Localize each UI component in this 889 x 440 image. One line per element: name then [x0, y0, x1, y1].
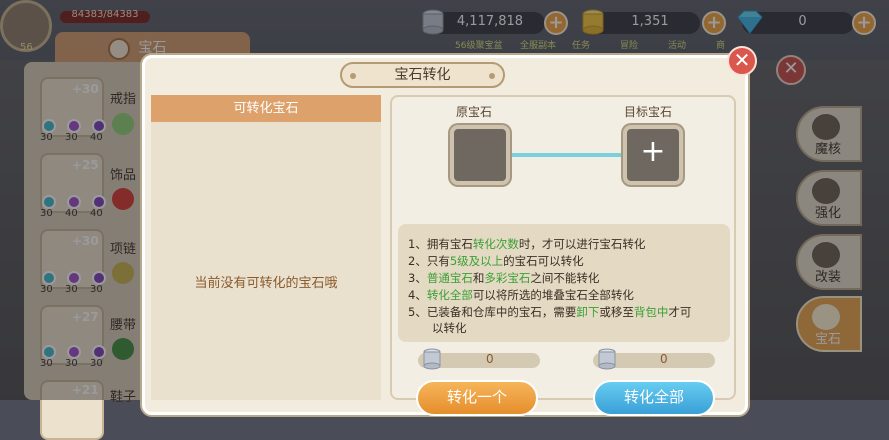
gem-list-panel	[151, 95, 381, 400]
close-dialog-button[interactable]: ✕	[727, 46, 757, 76]
rule-text: 时，才可以进行宝石转化	[518, 237, 646, 251]
rule-text: 之间不能转化	[530, 271, 600, 285]
rule-3: 3、普通宝石和多彩宝石之间不能转化	[408, 270, 599, 286]
source-gem-label: 原宝石	[456, 105, 493, 119]
rule-text: 3、	[408, 271, 427, 285]
target-gem-label: 目标宝石	[624, 105, 673, 119]
rule-4: 4、转化全部可以将所选的堆叠宝石全部转化	[408, 287, 634, 303]
rule-highlight: 转化全部	[426, 288, 473, 302]
rule-5: 5、已装备和仓库中的宝石，需要卸下或移至背包中才可	[408, 304, 691, 320]
rule-highlight: 背包中	[633, 305, 669, 319]
dialog-title: 宝石转化	[340, 62, 505, 88]
cost-one-value: 0	[486, 352, 494, 366]
rule-highlight: 多彩宝石	[484, 271, 531, 285]
empty-list-text: 当前没有可转化的宝石哦	[194, 276, 338, 291]
rule-text: 4、	[408, 288, 427, 302]
silver-coin-icon	[598, 348, 616, 370]
rule-highlight: 5级及以上	[449, 254, 504, 268]
convert-link-line	[508, 153, 626, 157]
rule-text: 5、已装备和仓库中的宝石，需要	[408, 305, 577, 319]
rule-text: 2、只有	[408, 254, 450, 268]
source-gem-slot[interactable]	[450, 125, 510, 185]
rule-text: 的宝石可以转化	[503, 254, 584, 268]
rule-text: 和	[472, 271, 485, 285]
rule-2: 2、只有5级及以上的宝石可以转化	[408, 253, 584, 269]
convert-one-button[interactable]: 转化一个	[416, 380, 538, 416]
gem-list-header: 可转化宝石	[151, 95, 381, 122]
rule-1: 1、拥有宝石转化次数时，才可以进行宝石转化	[408, 236, 645, 252]
rule-text: 可以将所选的堆叠宝石全部转化	[472, 288, 634, 302]
rule-highlight: 转化次数	[472, 237, 519, 251]
rule-5-cont: 以转化	[432, 321, 467, 335]
add-target-icon[interactable]: +	[625, 126, 681, 182]
rule-text: 或移至	[599, 305, 634, 319]
silver-coin-icon	[423, 348, 441, 370]
convert-all-button[interactable]: 转化全部	[593, 380, 715, 416]
rule-highlight: 普通宝石	[426, 271, 473, 285]
rule-text: 1、拥有宝石	[408, 237, 473, 251]
rule-text: 才可	[668, 305, 692, 319]
rule-highlight: 卸下	[576, 305, 600, 319]
cost-all-value: 0	[660, 352, 668, 366]
